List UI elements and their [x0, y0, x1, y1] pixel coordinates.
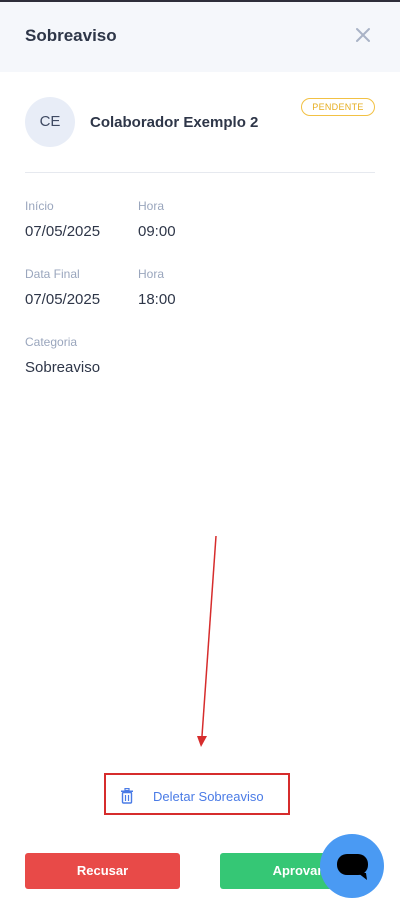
- trash-icon: [121, 788, 133, 804]
- chat-icon: [337, 854, 368, 880]
- delete-sobreaviso-button[interactable]: Deletar Sobreaviso: [120, 786, 264, 806]
- delete-sobreaviso-label: Deletar Sobreaviso: [153, 788, 264, 804]
- refuse-button[interactable]: Recusar: [25, 853, 180, 889]
- sobreaviso-panel: Sobreaviso CE Colaborador Exemplo 2 PEND…: [0, 0, 400, 911]
- chat-button[interactable]: [320, 834, 384, 898]
